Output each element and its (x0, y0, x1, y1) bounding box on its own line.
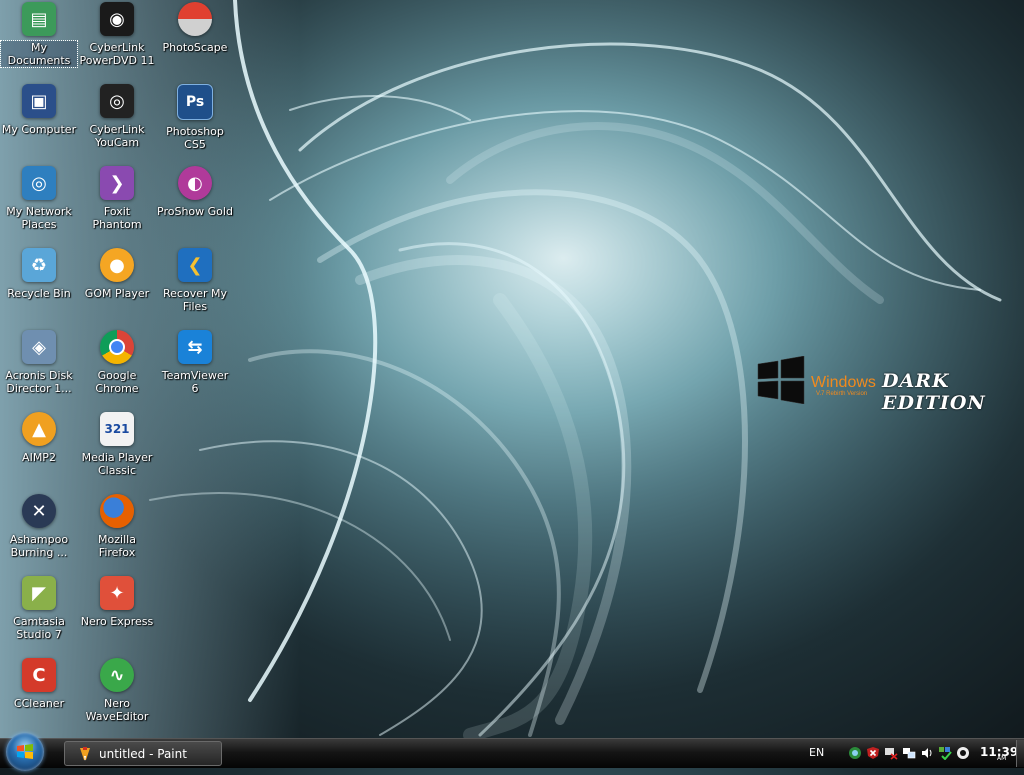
icon-label: Google Chrome (95, 369, 139, 395)
clock-ampm: AM (997, 755, 1007, 762)
icon-label: My Documents (0, 40, 78, 68)
foxit-icon: ❯ (100, 166, 134, 200)
powerdvd-icon: ◉ (100, 2, 134, 36)
desktop-icon-recover-my-files[interactable]: ❮ Recover My Files (156, 246, 234, 326)
desktop-icon-my-documents[interactable]: ▤ My Documents (0, 0, 78, 80)
camtasia-icon: ◤ (22, 576, 56, 610)
network-status-icon[interactable] (848, 746, 862, 760)
desktop-icon-acronis[interactable]: ◈ Acronis Disk Director 1... (0, 328, 78, 408)
desktop-icon-ashampoo[interactable]: ✕ Ashampoo Burning ... (0, 492, 78, 572)
desktop-icon-photoshop[interactable]: Ps Photoshop CS5 (156, 82, 234, 162)
desktop-icon-ccleaner[interactable]: C CCleaner (0, 656, 78, 736)
taskbar-button-paint[interactable]: untitled - Paint (64, 741, 222, 766)
icon-label: GOM Player (84, 287, 150, 300)
wallpaper-branding: Windows V.7 Rebirth Version DARK EDITION (754, 356, 1014, 414)
connection-icon[interactable] (884, 746, 898, 760)
show-desktop-button[interactable] (1016, 740, 1024, 767)
desktop[interactable]: ▤ My Documents ▣ My Computer ◎ My Networ… (0, 0, 1024, 738)
desktop-icon-my-computer[interactable]: ▣ My Computer (0, 82, 78, 162)
icon-label: AIMP2 (22, 451, 56, 464)
icon-label: My Network Places (6, 205, 72, 231)
firefox-icon (100, 494, 134, 528)
folder-documents-icon: ▤ (22, 2, 56, 36)
icon-label: Acronis Disk Director 1... (5, 369, 73, 395)
security-alert-icon[interactable] (866, 746, 880, 760)
teamviewer-icon: ⇆ (178, 330, 212, 364)
webcam-icon[interactable] (956, 746, 970, 760)
computer-icon: ▣ (22, 84, 56, 118)
icon-label: Recycle Bin (7, 287, 71, 300)
icon-label: CyberLink YouCam (89, 123, 145, 149)
icon-label: Mozilla Firefox (98, 533, 136, 559)
nero-waveeditor-icon: ∿ (100, 658, 134, 692)
desktop-icon-powerdvd[interactable]: ◉ CyberLink PowerDVD 11 (78, 0, 156, 80)
desktop-icon-firefox[interactable]: Mozilla Firefox (78, 492, 156, 572)
photoshop-icon: Ps (177, 84, 213, 120)
desktop-icon-teamviewer[interactable]: ⇆ TeamViewer 6 (156, 328, 234, 408)
brand-windows-text: Windows (811, 374, 876, 391)
youcam-icon: ◎ (100, 84, 134, 118)
desktop-icon-camtasia[interactable]: ◤ Camtasia Studio 7 (0, 574, 78, 654)
desktop-icon-recycle-bin[interactable]: ♻ Recycle Bin (0, 246, 78, 326)
desktop-icon-gom-player[interactable]: ● GOM Player (78, 246, 156, 326)
update-icon[interactable] (938, 746, 952, 760)
media-player-classic-icon: 321 (100, 412, 134, 446)
desktop-icon-aimp2[interactable]: ▲ AIMP2 (0, 410, 78, 490)
desktop-icon-youcam[interactable]: ◎ CyberLink YouCam (78, 82, 156, 162)
icon-label: CyberLink PowerDVD 11 (79, 41, 155, 67)
gom-player-icon: ● (100, 248, 134, 282)
icon-label: CCleaner (13, 697, 65, 710)
nero-express-icon: ✦ (100, 576, 134, 610)
icon-label: Media Player Classic (81, 451, 153, 477)
icon-label: Photoshop CS5 (166, 125, 224, 151)
desktop-icon-proshow-gold[interactable]: ◐ ProShow Gold (156, 164, 234, 244)
desktop-icon-media-player-classic[interactable]: 321 Media Player Classic (78, 410, 156, 490)
brand-edition-text: DARK EDITION (882, 370, 986, 414)
network-icon: ◎ (22, 166, 56, 200)
desktop-icon-nero-express[interactable]: ✦ Nero Express (78, 574, 156, 654)
language-indicator[interactable]: EN (809, 746, 824, 759)
system-tray: EN 11:39 AM (800, 739, 1024, 769)
desktop-icon-chrome[interactable]: Google Chrome (78, 328, 156, 408)
desktop-icon-my-network-places[interactable]: ◎ My Network Places (0, 164, 78, 244)
icon-label: TeamViewer 6 (161, 369, 229, 395)
icon-label: Nero WaveEditor (85, 697, 149, 723)
icon-label: My Computer (1, 123, 77, 136)
windows-logo-icon (17, 744, 33, 759)
windows-logo-icon (757, 356, 805, 404)
brand-version-text: V.7 Rebirth Version (816, 391, 868, 397)
icon-label: Ashampoo Burning ... (9, 533, 69, 559)
desktop-icon-nero-waveeditor[interactable]: ∿ Nero WaveEditor (78, 656, 156, 736)
start-button[interactable] (6, 733, 44, 771)
recover-my-files-icon: ❮ (178, 248, 212, 282)
desktop-icon-foxit[interactable]: ❯ Foxit Phantom (78, 164, 156, 244)
acronis-icon: ◈ (22, 330, 56, 364)
desktop-icon-photoscape[interactable]: PhotoScape (156, 0, 234, 80)
icon-label: Nero Express (80, 615, 154, 628)
icon-label: Recover My Files (163, 287, 227, 313)
monitor-icon[interactable] (902, 746, 916, 760)
chrome-icon (100, 330, 134, 364)
volume-icon[interactable] (920, 746, 934, 760)
ashampoo-icon: ✕ (22, 494, 56, 528)
recycle-bin-icon: ♻ (22, 248, 56, 282)
taskbar: untitled - Paint EN 11:39 AM (0, 733, 1024, 771)
icon-label: PhotoScape (162, 41, 228, 54)
icon-label: Foxit Phantom (92, 205, 142, 231)
ccleaner-icon: C (22, 658, 56, 692)
taskbar-button-label: untitled - Paint (99, 747, 187, 761)
icon-label: Camtasia Studio 7 (13, 615, 65, 641)
proshow-gold-icon: ◐ (178, 166, 212, 200)
icon-label: ProShow Gold (157, 205, 233, 218)
paint-icon (80, 747, 90, 761)
photoscape-icon (178, 2, 212, 36)
aimp-icon: ▲ (22, 412, 56, 446)
